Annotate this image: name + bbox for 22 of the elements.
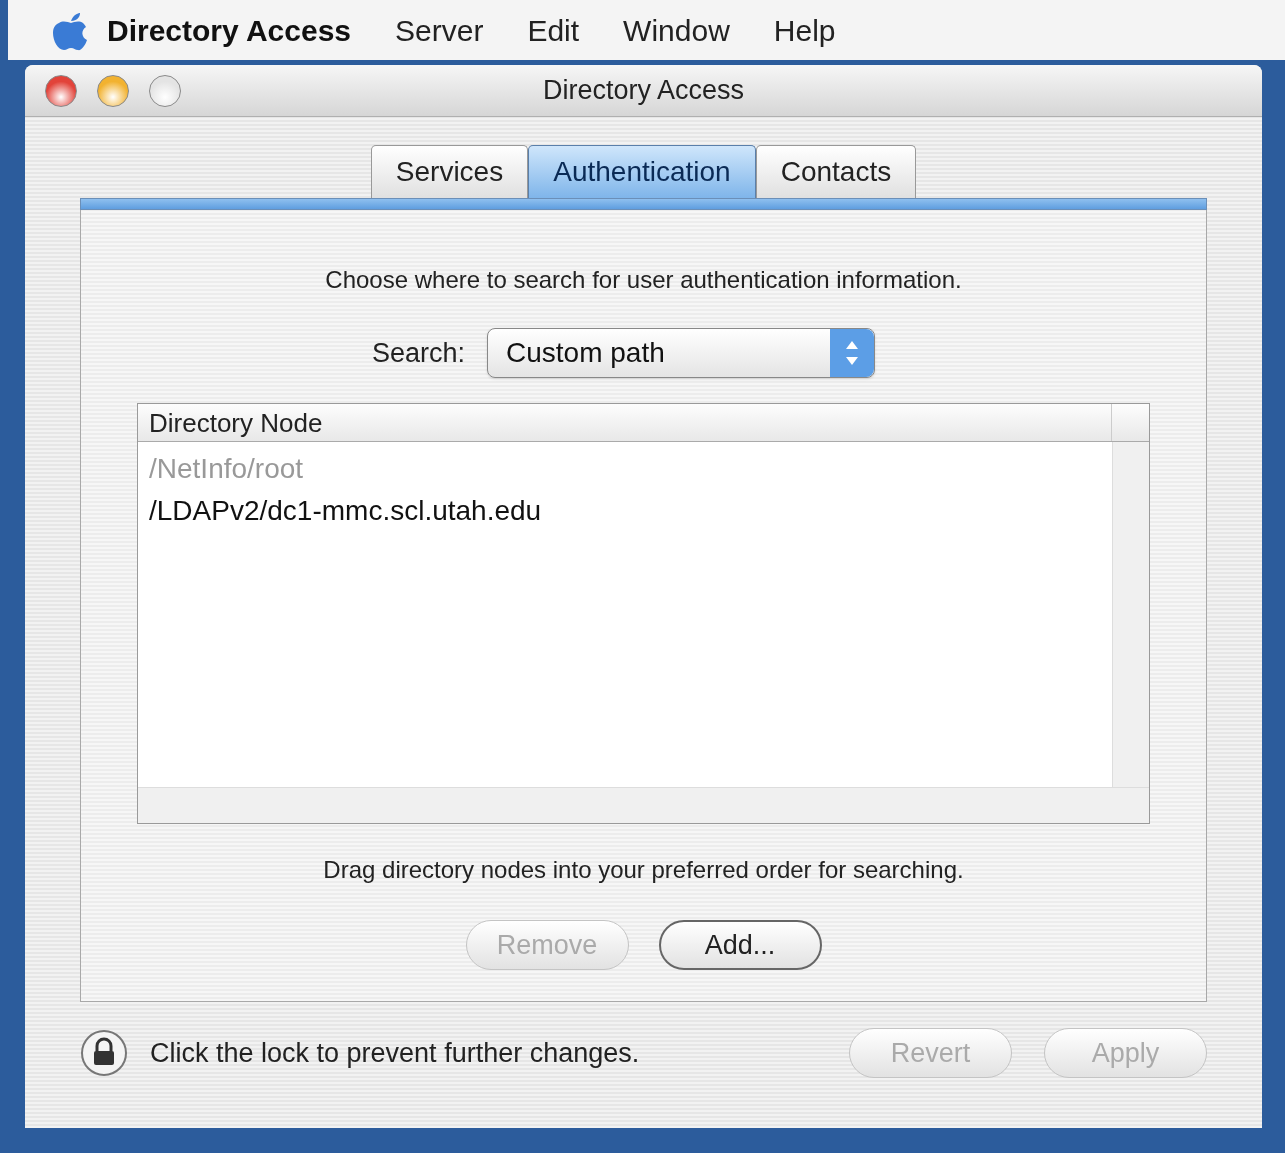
menu-item[interactable]: Help [773, 7, 836, 53]
menu-item[interactable]: Server [395, 7, 484, 53]
close-button[interactable] [45, 74, 77, 107]
vertical-scrollbar-track[interactable] [1112, 442, 1149, 787]
minimize-button[interactable] [97, 74, 129, 107]
horizontal-scrollbar-track[interactable] [138, 787, 1149, 823]
action-button[interactable]: Add... [658, 920, 822, 970]
lock-text: Click the lock to prevent further changes. [150, 1036, 640, 1070]
tab[interactable]: Services [370, 145, 529, 198]
search-label: Search: [371, 336, 466, 370]
window-title: Directory Access [542, 74, 745, 108]
menu-item[interactable]: Window [623, 7, 730, 53]
tab[interactable]: Authentication [528, 145, 756, 198]
directory-node-row[interactable]: /LDAPv2/dc1-mmc.scl.utah.edu [138, 490, 1112, 532]
tab[interactable]: Contacts [755, 145, 917, 198]
search-dropdown[interactable]: Custom path [487, 328, 876, 378]
app-menu[interactable]: Directory Access [107, 7, 352, 53]
dropdown-arrows-icon [830, 329, 875, 377]
lock-icon[interactable] [80, 1029, 128, 1077]
menu-item[interactable]: Edit [527, 7, 580, 53]
hint-text: Drag directory nodes into your preferred order for searching. [323, 855, 964, 885]
instruction-text: Choose where to search for user authentication information. [325, 265, 962, 295]
